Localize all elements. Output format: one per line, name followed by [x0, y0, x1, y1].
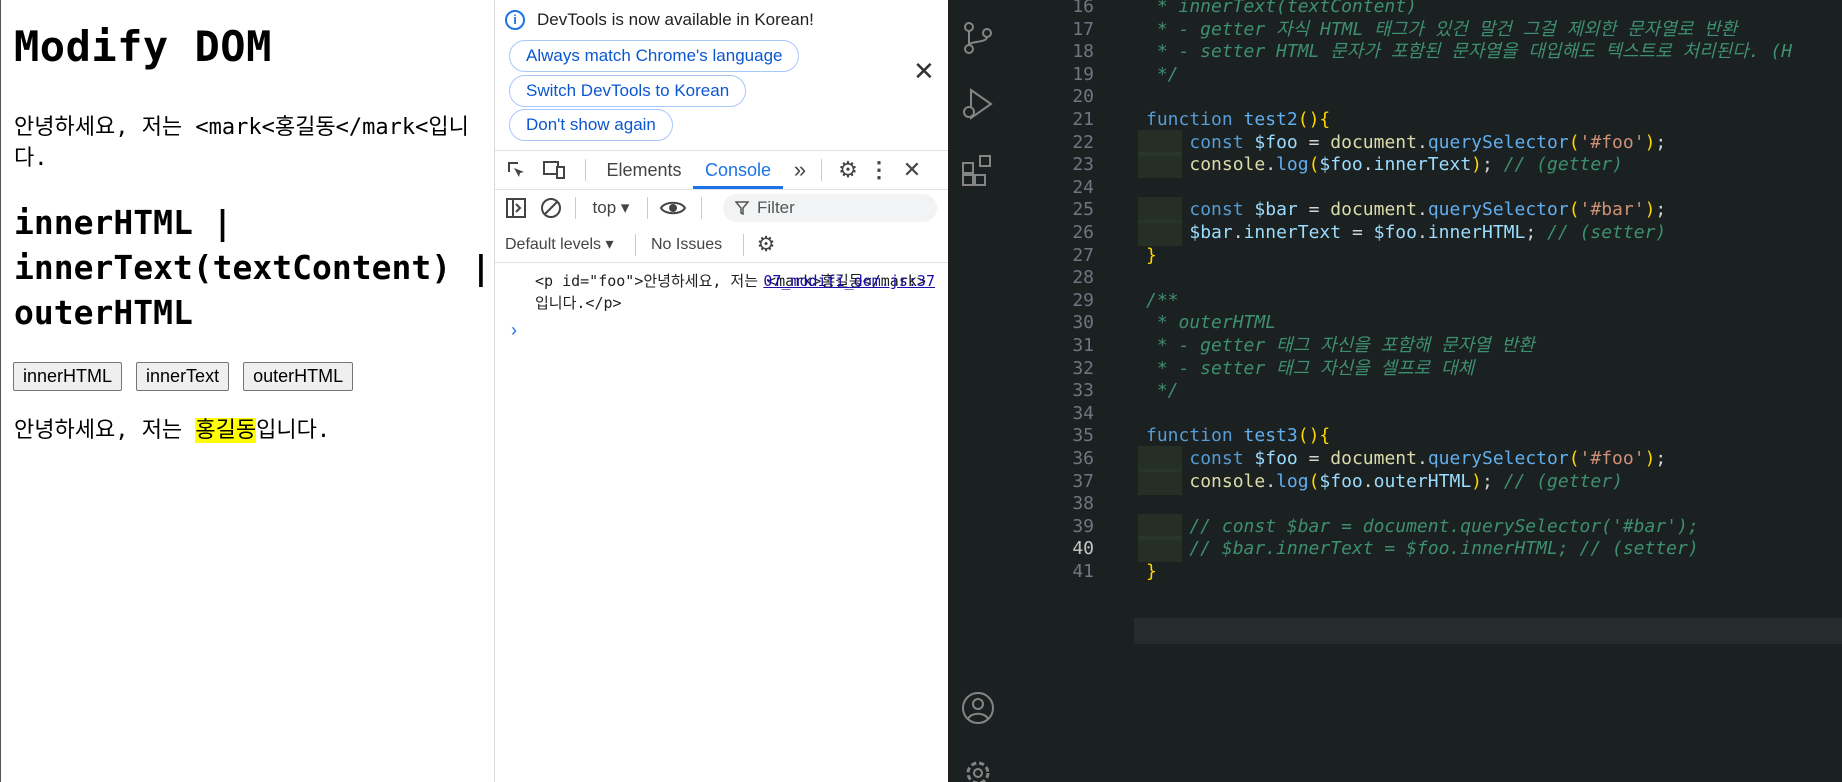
section-heading: innerHTML | innerText(textContent) | out…: [14, 203, 491, 332]
source-control-icon[interactable]: [960, 20, 996, 56]
divider: [821, 159, 822, 181]
tab-elements[interactable]: Elements: [599, 151, 689, 189]
context-selector[interactable]: top ▾: [581, 190, 641, 226]
settings-gear-icon[interactable]: ⚙: [833, 151, 863, 189]
divider: [647, 197, 648, 219]
devtools-panel: i DevTools is now available in Korean! A…: [494, 0, 948, 782]
levels-label: Default levels: [505, 236, 602, 253]
divider: [575, 197, 576, 219]
divider: [585, 159, 586, 181]
browser-page: Modify DOM 안녕하세요, 저는 <mark<홍길동</mark<입니다…: [0, 0, 494, 782]
language-notice: i DevTools is now available in Korean! A…: [495, 0, 948, 146]
result-paragraph: 안녕하세요, 저는 홍길동입니다.: [14, 412, 330, 444]
code-line: 41}: [1008, 559, 1842, 585]
line-number: 41: [1072, 561, 1094, 582]
notice-text: DevTools is now available in Korean!: [537, 10, 814, 29]
context-value: top: [592, 198, 617, 217]
highlighted-name: 홍길동: [195, 418, 257, 443]
sidebar-toggle-icon[interactable]: [503, 190, 529, 226]
outerhtml-button[interactable]: outerHTML: [243, 362, 354, 391]
tab-console[interactable]: Console: [693, 151, 783, 189]
console-prompt-icon[interactable]: ›: [511, 320, 517, 341]
divider: [743, 234, 744, 256]
code-editor-window: 16 * innerText(textContent) 17 * - getter…: [948, 0, 1842, 782]
console-log-entry[interactable]: 07_modifi_dom.js:37 <p id="foo">안녕하세요, 저…: [535, 270, 935, 314]
innertext-button[interactable]: innerText: [136, 362, 230, 391]
console-settings-gear-icon[interactable]: ⚙: [751, 228, 781, 262]
log-source-link[interactable]: 07_modifi_dom.js:37: [763, 270, 935, 292]
device-toolbar-icon[interactable]: [539, 151, 569, 189]
result-text-before: 안녕하세요, 저는: [14, 418, 196, 443]
live-expression-eye-icon[interactable]: [655, 190, 691, 226]
devtools-tabbar: Elements Console » ⚙ ⋮ ✕: [495, 150, 948, 190]
innerhtml-button[interactable]: innerHTML: [13, 362, 123, 391]
activity-bar: [948, 0, 1008, 782]
divider: [701, 197, 702, 219]
filter-input[interactable]: Filter: [723, 194, 937, 222]
filter-icon: [735, 201, 749, 215]
console-settings-bar: Default levels ▾ No Issues ⚙: [495, 228, 948, 263]
account-icon[interactable]: [960, 690, 996, 726]
manage-gear-icon[interactable]: [960, 755, 996, 782]
code-text: }: [1146, 561, 1157, 582]
page-title: Modify DOM: [14, 22, 272, 71]
extensions-icon[interactable]: [960, 152, 996, 188]
editor-pane[interactable]: 16 * innerText(textContent) 17 * - getter…: [1008, 0, 1842, 782]
active-tab-indicator: [693, 186, 783, 189]
console-toolbar: top ▾ Filter: [495, 190, 948, 226]
close-icon[interactable]: ✕: [913, 58, 935, 84]
inspect-element-icon[interactable]: [503, 151, 529, 189]
info-icon: i: [505, 10, 525, 30]
log-levels-dropdown[interactable]: Default levels ▾: [505, 228, 625, 262]
switch-korean-button[interactable]: Switch DevTools to Korean: [509, 75, 747, 107]
button-row: innerHTML innerText outerHTML: [13, 362, 354, 391]
escaped-paragraph: 안녕하세요, 저는 <mark<홍길동</mark<입니다.: [14, 115, 469, 171]
match-language-button[interactable]: Always match Chrome's language: [509, 40, 800, 72]
more-options-icon[interactable]: ⋮: [867, 151, 891, 189]
close-devtools-icon[interactable]: ✕: [897, 151, 927, 189]
run-debug-icon[interactable]: [960, 86, 996, 122]
issues-counter[interactable]: No Issues: [651, 228, 751, 262]
result-text-after: 입니다.: [256, 418, 331, 443]
filter-placeholder: Filter: [757, 198, 795, 217]
current-line-highlight: [1134, 618, 1842, 644]
clear-console-icon[interactable]: [537, 190, 565, 226]
divider: [635, 234, 636, 256]
dont-show-again-button[interactable]: Don't show again: [509, 109, 673, 141]
more-tabs-icon[interactable]: »: [785, 151, 815, 189]
